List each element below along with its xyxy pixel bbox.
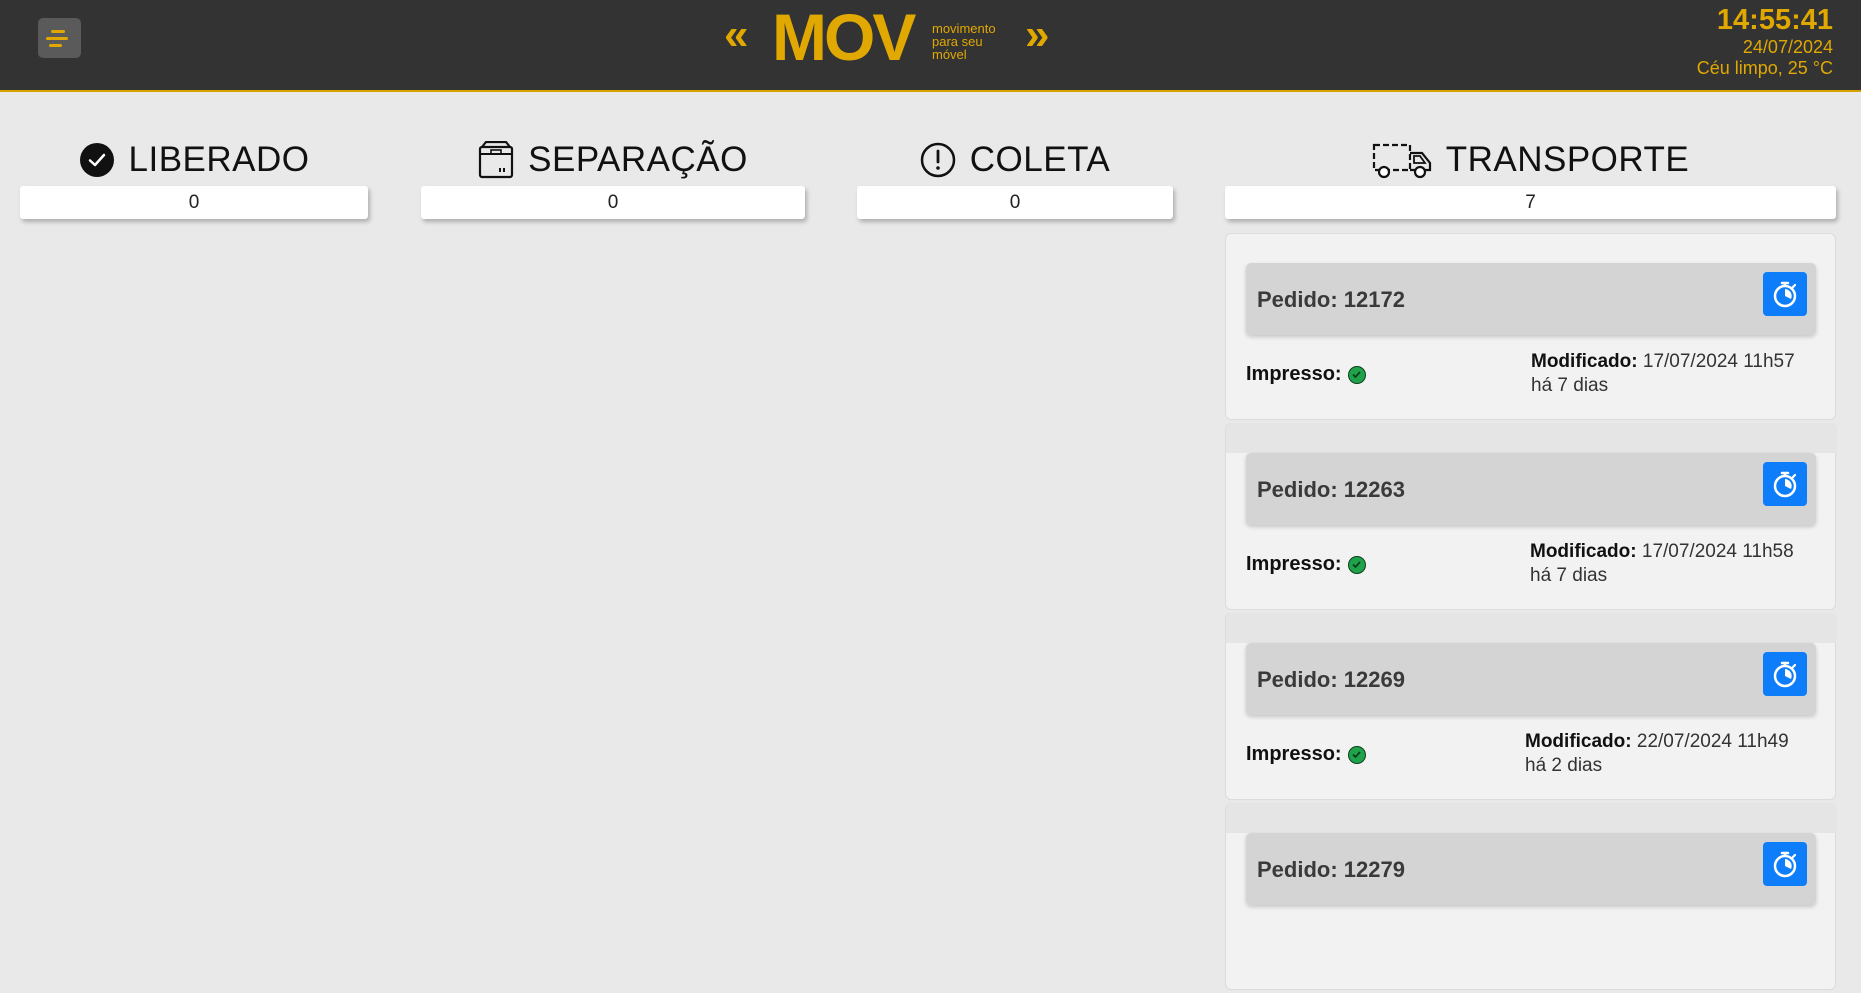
- next-button[interactable]: »: [1025, 10, 1049, 60]
- modified-date: 17/07/2024 11h57: [1642, 351, 1795, 372]
- previous-button[interactable]: «: [724, 10, 748, 60]
- modified-info: Modificado: 22/07/2024 11h49 há 2 dias: [1525, 730, 1789, 778]
- menu-icon-line: [46, 37, 68, 40]
- column-title: LIBERADO: [128, 140, 310, 179]
- stopwatch-icon: [1773, 661, 1797, 688]
- top-bar: « MOV movimento para seu móvel » 14:55:4…: [0, 0, 1861, 92]
- column-header-separacao: SEPARAÇÃO: [421, 136, 805, 184]
- column-header-transporte: TRANSPORTE: [1225, 136, 1836, 184]
- clock-time: 14:55:41: [1716, 4, 1833, 36]
- logo: MOV: [772, 0, 916, 74]
- modified-date: 17/07/2024 11h58: [1641, 541, 1794, 562]
- stopwatch-icon: [1773, 471, 1797, 498]
- modified-ago: há 7 dias: [1531, 375, 1609, 396]
- order-card-header: Pedido: 12269: [1246, 643, 1816, 715]
- clock-panel: 14:55:41 24/07/2024 Céu limpo, 25 °C: [1697, 4, 1833, 78]
- modified-info: Modificado: 17/07/2024 11h58 há 7 dias: [1530, 540, 1794, 588]
- clock-date: 24/07/2024: [1742, 37, 1833, 57]
- menu-icon-line: [49, 44, 62, 47]
- modified-ago: há 7 dias: [1530, 565, 1608, 586]
- menu-button[interactable]: [38, 18, 81, 58]
- column-header-liberado: LIBERADO: [20, 136, 368, 184]
- logo-tagline: movimento para seu móvel: [932, 22, 996, 61]
- column-title: SEPARAÇÃO: [528, 140, 748, 179]
- order-card[interactable]: Pedido: 12172 Impresso: Modificado: 17/0…: [1225, 233, 1836, 420]
- printed-label: Impresso:: [1246, 363, 1342, 385]
- column-count-liberado: 0: [20, 186, 368, 219]
- weather-info: Céu limpo, 25 °C: [1696, 58, 1833, 78]
- stopwatch-icon: [1773, 851, 1797, 878]
- printed-status: Impresso:: [1246, 363, 1366, 386]
- printed-label: Impresso:: [1246, 553, 1342, 575]
- column-count-transporte: 7: [1225, 186, 1836, 219]
- order-card-header: Pedido: 12279: [1246, 833, 1816, 905]
- card-top-strip: [1226, 423, 1837, 453]
- order-number: Pedido: 12263: [1257, 477, 1405, 502]
- order-number: Pedido: 12279: [1257, 857, 1405, 882]
- order-number: Pedido: 12269: [1257, 667, 1405, 692]
- check-icon: [1347, 555, 1366, 574]
- modified-ago: há 2 dias: [1525, 755, 1603, 776]
- card-top-strip: [1226, 803, 1837, 833]
- modified-label: Modificado:: [1530, 541, 1637, 562]
- transport-card-list: Pedido: 12172 Impresso: Modificado: 17/0…: [1225, 233, 1837, 993]
- card-top-strip: [1226, 613, 1837, 643]
- timer-button[interactable]: [1763, 272, 1807, 316]
- order-number: Pedido: 12172: [1257, 287, 1405, 312]
- modified-label: Modificado:: [1531, 351, 1638, 372]
- check-icon: [1347, 365, 1366, 384]
- column-count-separacao: 0: [421, 186, 805, 219]
- truck-icon: [1372, 143, 1431, 179]
- order-card-header: Pedido: 12263: [1246, 453, 1816, 525]
- order-card[interactable]: Pedido: 12269 Impresso: Modificado: 22/0…: [1225, 613, 1837, 800]
- logo-tagline-line: móvel: [932, 47, 967, 62]
- check-icon: [1347, 745, 1366, 764]
- box-icon: [479, 141, 514, 179]
- order-card[interactable]: Pedido: 12279: [1225, 803, 1837, 990]
- column-header-coleta: COLETA: [857, 136, 1173, 184]
- timer-button[interactable]: [1763, 652, 1807, 696]
- menu-icon: [51, 30, 65, 33]
- order-card-header: Pedido: 12172: [1246, 263, 1816, 335]
- check-circle-icon: [79, 143, 114, 177]
- timer-button[interactable]: [1763, 462, 1807, 506]
- printed-status: Impresso:: [1246, 743, 1366, 766]
- column-title: TRANSPORTE: [1445, 140, 1690, 179]
- printed-status: Impresso:: [1246, 553, 1366, 576]
- stopwatch-icon: [1773, 281, 1797, 308]
- timer-button[interactable]: [1763, 842, 1807, 886]
- order-card[interactable]: Pedido: 12263 Impresso: Modificado: 17/0…: [1225, 423, 1837, 610]
- modified-date: 22/07/2024 11h49: [1636, 731, 1789, 752]
- printed-label: Impresso:: [1246, 743, 1342, 765]
- exclamation-circle-icon: [920, 142, 956, 178]
- column-title: COLETA: [969, 140, 1111, 179]
- modified-label: Modificado:: [1525, 731, 1632, 752]
- modified-info: Modificado: 17/07/2024 11h57 há 7 dias: [1531, 350, 1795, 398]
- column-count-coleta: 0: [857, 186, 1173, 219]
